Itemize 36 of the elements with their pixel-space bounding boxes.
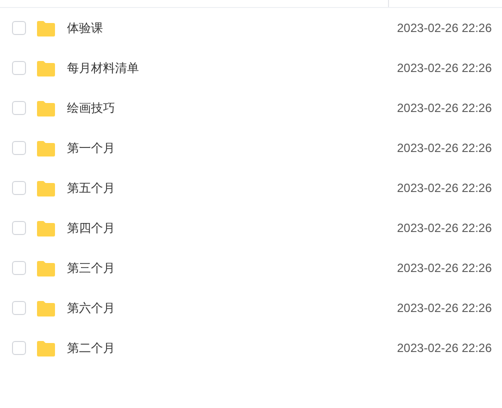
modified-date: 2023-02-26 22:26 — [397, 101, 493, 115]
modified-date: 2023-02-26 22:26 — [397, 261, 493, 275]
modified-date: 2023-02-26 22:26 — [397, 141, 493, 155]
checkbox[interactable] — [12, 261, 26, 275]
folder-icon — [36, 300, 56, 316]
modified-date: 2023-02-26 22:26 — [397, 301, 493, 315]
folder-name[interactable]: 第三个月 — [67, 260, 397, 276]
folder-name[interactable]: 第四个月 — [67, 220, 397, 236]
folder-icon — [36, 100, 56, 116]
modified-date: 2023-02-26 22:26 — [397, 21, 493, 35]
folder-name[interactable]: 第一个月 — [67, 140, 397, 156]
checkbox[interactable] — [12, 21, 26, 35]
modified-date: 2023-02-26 22:26 — [397, 341, 493, 355]
checkbox[interactable] — [12, 181, 26, 195]
folder-icon — [36, 220, 56, 236]
folder-name[interactable]: 体验课 — [67, 20, 397, 36]
modified-date: 2023-02-26 22:26 — [397, 61, 493, 75]
checkbox[interactable] — [12, 61, 26, 75]
folder-name[interactable]: 第六个月 — [67, 300, 397, 316]
folder-name[interactable]: 第二个月 — [67, 340, 397, 356]
folder-icon — [36, 340, 56, 356]
folder-icon — [36, 260, 56, 276]
folder-icon — [36, 20, 56, 36]
folder-name[interactable]: 绘画技巧 — [67, 100, 397, 116]
checkbox[interactable] — [12, 301, 26, 315]
checkbox[interactable] — [12, 141, 26, 155]
modified-date: 2023-02-26 22:26 — [397, 221, 493, 235]
modified-date: 2023-02-26 22:26 — [397, 181, 493, 195]
folder-icon — [36, 60, 56, 76]
checkbox[interactable] — [12, 341, 26, 355]
folder-icon — [36, 180, 56, 196]
folder-name[interactable]: 第五个月 — [67, 180, 397, 196]
checkbox[interactable] — [12, 221, 26, 235]
checkbox[interactable] — [12, 101, 26, 115]
folder-icon — [36, 140, 56, 156]
folder-name[interactable]: 每月材料清单 — [67, 60, 397, 76]
